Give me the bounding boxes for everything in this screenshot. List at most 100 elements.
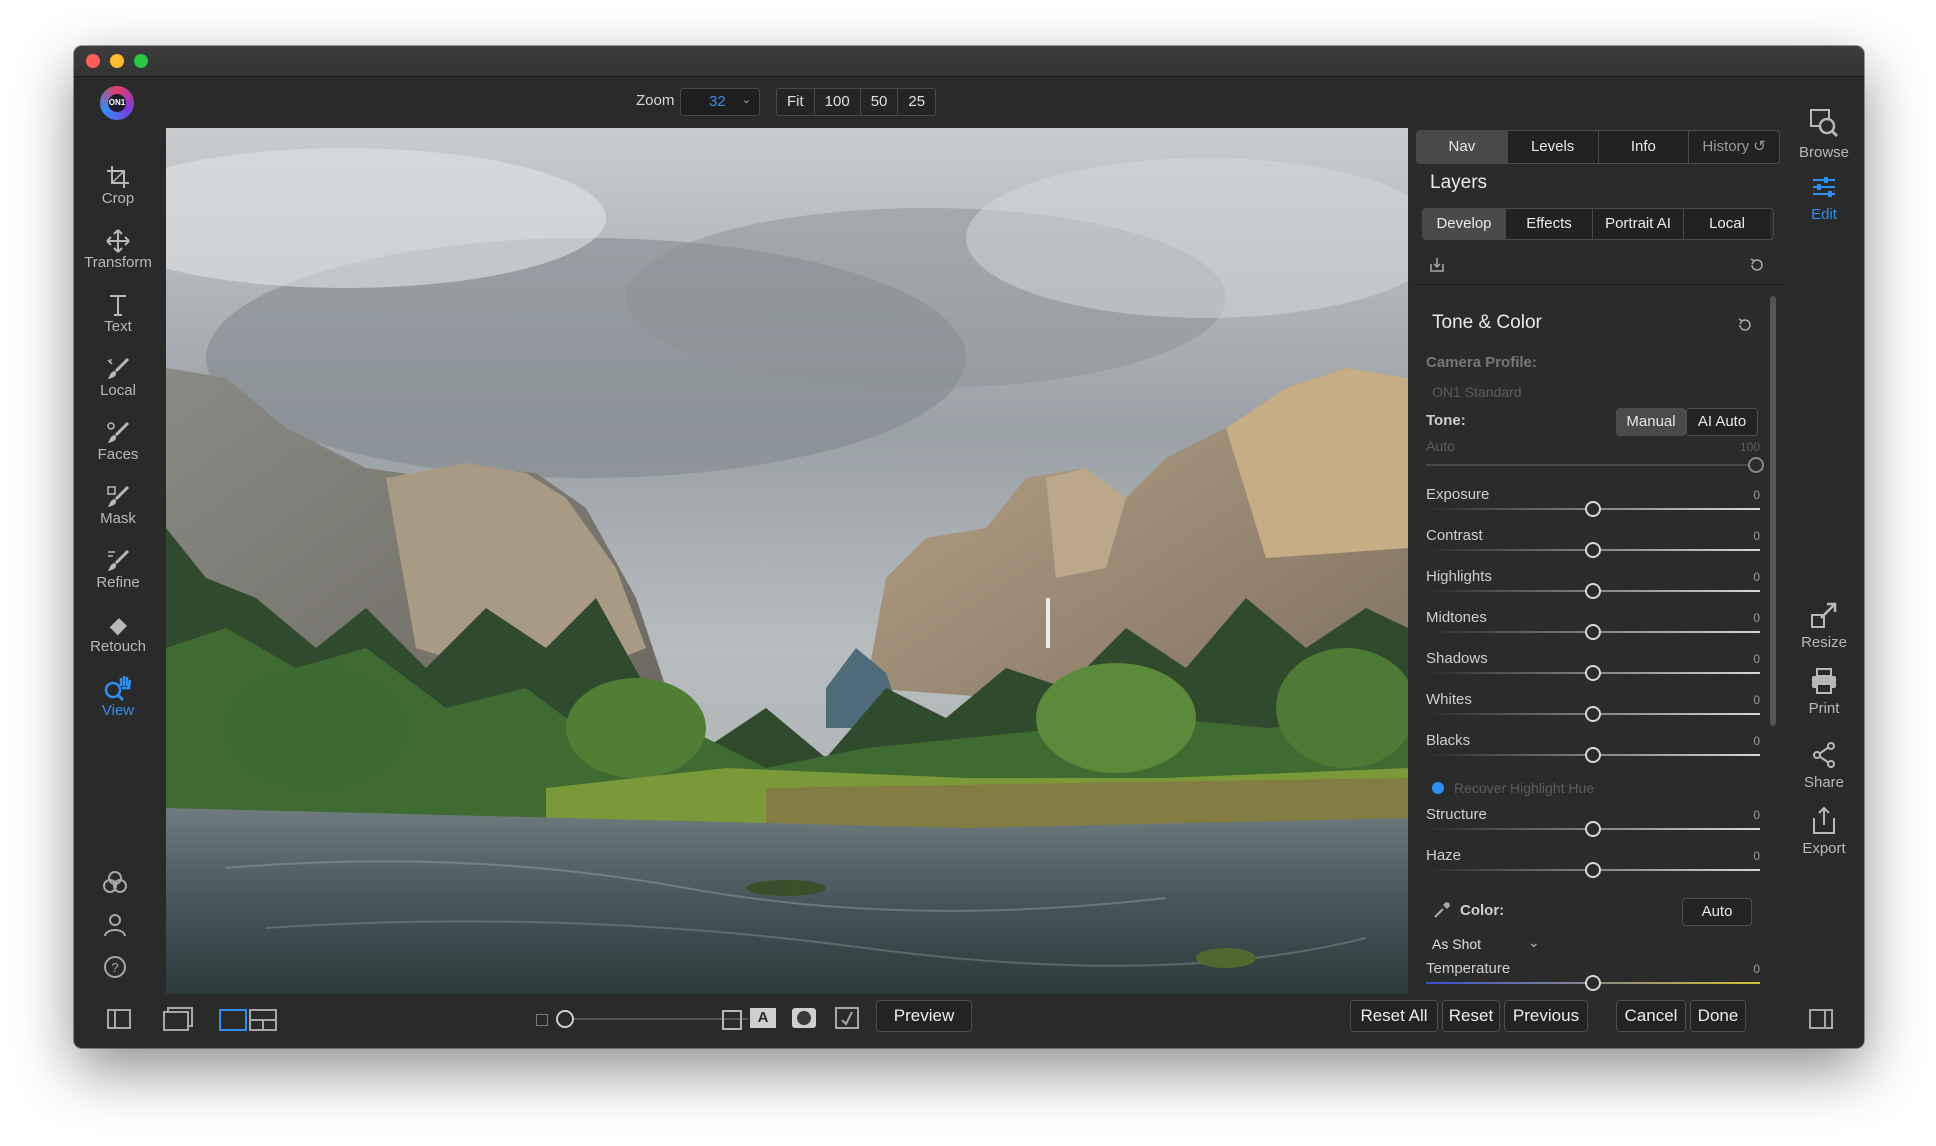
tab-effects[interactable]: Effects — [1506, 209, 1593, 239]
tab-levels[interactable]: Levels — [1507, 131, 1599, 163]
slider-knob[interactable] — [1585, 975, 1601, 991]
whites-slider[interactable]: Whites 0 — [1426, 691, 1760, 731]
toggle-right-panel-icon[interactable] — [1808, 1008, 1834, 1030]
module-browse[interactable]: Browse — [1784, 106, 1864, 161]
module-share[interactable]: Share — [1784, 740, 1864, 791]
left-tool-rail: Crop Transform Text Local Faces Mask Ref… — [74, 156, 162, 732]
tool-local[interactable]: Local — [74, 348, 162, 412]
tool-retouch[interactable]: Retouch — [74, 604, 162, 668]
slider-knob[interactable] — [1585, 583, 1601, 599]
reset-button[interactable]: Reset — [1442, 1000, 1500, 1032]
slider-knob[interactable] — [1748, 457, 1764, 473]
previous-button[interactable]: Previous — [1504, 1000, 1588, 1032]
auto-slider[interactable]: Auto 100 — [1426, 438, 1764, 478]
slider-knob[interactable] — [1585, 501, 1601, 517]
slider-knob[interactable] — [1585, 706, 1601, 722]
module-print[interactable]: Print — [1784, 666, 1864, 717]
extras-button[interactable] — [100, 868, 130, 898]
save-preset-icon[interactable] — [1428, 256, 1446, 274]
view-mode-toggle[interactable] — [218, 1008, 278, 1032]
slider-knob[interactable] — [1585, 821, 1601, 837]
layer-actions — [1412, 244, 1784, 285]
tone-manual-button[interactable]: Manual — [1616, 408, 1686, 436]
slider-knob[interactable] — [1585, 665, 1601, 681]
preview-button[interactable]: Preview — [876, 1000, 972, 1032]
overlay-toggle[interactable] — [792, 1008, 816, 1028]
tool-crop[interactable]: Crop — [74, 156, 162, 220]
help-button[interactable]: ? — [100, 952, 130, 982]
compare-view-icon[interactable] — [162, 1006, 194, 1032]
slider-knob[interactable] — [1585, 542, 1601, 558]
toggle-left-panel-icon[interactable] — [106, 1008, 132, 1030]
slider-value: 0 — [1753, 652, 1760, 666]
tab-info[interactable]: Info — [1598, 131, 1690, 163]
mask-overlay-icon[interactable] — [834, 1006, 860, 1030]
tool-transform[interactable]: Transform — [74, 220, 162, 284]
slider-value: 0 — [1753, 693, 1760, 707]
app-logo: ON1 — [100, 86, 134, 120]
slider-knob[interactable] — [1585, 862, 1601, 878]
color-auto-button[interactable]: Auto — [1682, 898, 1752, 926]
close-window-button[interactable] — [86, 54, 100, 68]
contrast-slider[interactable]: Contrast 0 — [1426, 527, 1760, 567]
brush-size-knob[interactable] — [556, 1010, 574, 1028]
tab-portrait-ai[interactable]: Portrait AI — [1593, 209, 1684, 239]
tab-develop[interactable]: Develop — [1423, 209, 1506, 239]
tool-label: Print — [1808, 700, 1840, 717]
shadows-slider[interactable]: Shadows 0 — [1426, 650, 1760, 690]
panel-scrollbar[interactable] — [1770, 296, 1776, 726]
slider-knob[interactable] — [1585, 624, 1601, 640]
done-button[interactable]: Done — [1690, 1000, 1746, 1032]
cancel-button[interactable]: Cancel — [1616, 1000, 1686, 1032]
recover-highlight-checkbox[interactable] — [1432, 782, 1444, 794]
slider-name: Whites — [1426, 691, 1472, 708]
tool-text[interactable]: Text — [74, 284, 162, 348]
tool-mask[interactable]: Mask — [74, 476, 162, 540]
reset-layer-icon[interactable] — [1748, 256, 1766, 274]
slider-knob[interactable] — [1585, 747, 1601, 763]
tone-ai-auto-button[interactable]: AI Auto — [1686, 408, 1758, 436]
zoom-select[interactable]: 32 ⌄ — [680, 88, 760, 116]
tool-faces[interactable]: Faces — [74, 412, 162, 476]
structure-slider[interactable]: Structure 0 — [1426, 806, 1760, 846]
slider-value: 0 — [1753, 734, 1760, 748]
camera-profile-label: Camera Profile: — [1426, 354, 1537, 371]
highlights-slider[interactable]: Highlights 0 — [1426, 568, 1760, 608]
white-balance-select[interactable]: As Shot ⌄ — [1432, 934, 1542, 956]
zoom-window-button[interactable] — [134, 54, 148, 68]
zoom-50-button[interactable]: 50 — [860, 89, 899, 115]
face-brush-icon — [107, 421, 130, 443]
eyedropper-icon[interactable] — [1432, 900, 1452, 920]
auto-mask-icon[interactable]: A — [750, 1008, 776, 1028]
module-export[interactable]: Export — [1784, 806, 1864, 857]
tool-label: Text — [104, 318, 132, 335]
tone-label: Tone: — [1426, 412, 1466, 429]
share-icon — [1813, 742, 1835, 768]
slider-value: 0 — [1753, 611, 1760, 625]
zoom-fit-button[interactable]: Fit — [777, 89, 815, 115]
tab-history[interactable]: History ↺ — [1689, 131, 1779, 163]
account-button[interactable] — [100, 910, 130, 940]
camera-profile-value[interactable]: ON1 Standard — [1432, 384, 1522, 400]
haze-slider[interactable]: Haze 0 — [1426, 847, 1760, 887]
photo-canvas[interactable] — [166, 128, 1408, 994]
tool-label: Crop — [101, 190, 135, 207]
reset-section-icon[interactable] — [1736, 316, 1754, 334]
slider-name: Auto — [1426, 438, 1455, 454]
tab-local[interactable]: Local — [1684, 209, 1770, 239]
tool-refine[interactable]: Refine — [74, 540, 162, 604]
module-resize[interactable]: Resize — [1784, 600, 1864, 651]
zoom-100-button[interactable]: 100 — [814, 89, 861, 115]
zoom-25-button[interactable]: 25 — [898, 89, 936, 115]
blacks-slider[interactable]: Blacks 0 — [1426, 732, 1760, 772]
reset-all-button[interactable]: Reset All — [1350, 1000, 1438, 1032]
minimize-window-button[interactable] — [110, 54, 124, 68]
zoom-value: 32 — [709, 93, 726, 110]
brush-size-slider[interactable] — [558, 1018, 748, 1020]
tool-view[interactable]: View — [74, 668, 162, 732]
exposure-slider[interactable]: Exposure 0 — [1426, 486, 1760, 526]
module-edit[interactable]: Edit — [1784, 174, 1864, 223]
tab-nav[interactable]: Nav — [1417, 131, 1508, 163]
midtones-slider[interactable]: Midtones 0 — [1426, 609, 1760, 649]
slider-value: 0 — [1753, 962, 1760, 976]
